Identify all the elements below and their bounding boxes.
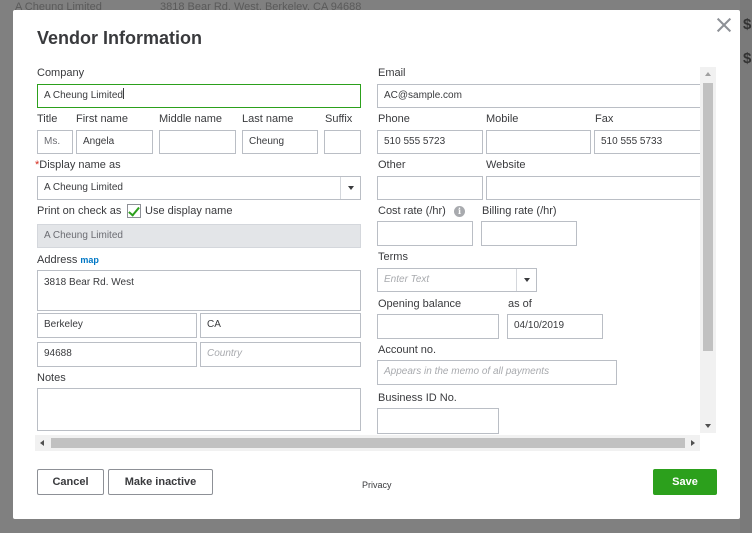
company-label: Company	[37, 67, 85, 79]
email-input[interactable]: AC@sample.com	[377, 84, 701, 108]
close-icon[interactable]	[715, 16, 733, 34]
vendor-information-dialog: Vendor Information Company A Cheung Limi…	[13, 10, 740, 519]
use-display-name-checkbox[interactable]	[127, 204, 141, 218]
first-name-input[interactable]: Angela	[76, 130, 153, 154]
fax-label: Fax	[595, 113, 614, 125]
backdrop-amount-a: $	[743, 16, 752, 33]
as-of-date-input[interactable]: 04/10/2019	[507, 314, 603, 339]
backdrop-amount-b: $	[743, 50, 752, 67]
city-input[interactable]: Berkeley	[37, 313, 197, 338]
vertical-scrollbar[interactable]	[700, 67, 716, 433]
company-input[interactable]: A Cheung Limited	[37, 84, 361, 108]
website-label: Website	[486, 159, 526, 171]
scroll-left-arrow-icon[interactable]	[40, 440, 44, 446]
chevron-down-icon[interactable]	[340, 177, 360, 199]
mobile-label: Mobile	[486, 113, 519, 125]
account-no-label: Account no.	[378, 344, 437, 356]
notes-textarea[interactable]	[37, 388, 361, 431]
notes-label: Notes	[37, 372, 66, 384]
vertical-scroll-thumb[interactable]	[703, 83, 713, 351]
terms-select[interactable]: Enter Text	[377, 268, 537, 292]
mobile-input[interactable]	[486, 130, 591, 154]
scroll-up-arrow-icon[interactable]	[705, 72, 711, 76]
website-input[interactable]	[486, 176, 701, 200]
opening-balance-label: Opening balance	[378, 298, 462, 310]
map-link[interactable]: map	[80, 255, 99, 265]
display-name-label: *Display name as	[35, 159, 121, 171]
print-on-check-input: A Cheung Limited	[37, 224, 361, 248]
email-label: Email	[378, 67, 406, 79]
form-scroll-panel: Company A Cheung Limited Title First nam…	[35, 66, 717, 434]
print-on-check-label: Print on check as	[37, 205, 122, 217]
save-button[interactable]: Save	[653, 469, 717, 495]
fax-input[interactable]: 510 555 5733	[594, 130, 701, 154]
dialog-title: Vendor Information	[37, 28, 203, 48]
display-name-label-text: Display name as	[39, 159, 121, 171]
suffix-label: Suffix	[325, 113, 353, 125]
business-id-label: Business ID No.	[378, 392, 457, 404]
scroll-down-arrow-icon[interactable]	[705, 424, 711, 428]
phone-input[interactable]: 510 555 5723	[377, 130, 483, 154]
cost-rate-input[interactable]	[377, 221, 473, 246]
account-no-placeholder: Appears in the memo of all payments	[384, 366, 550, 377]
billing-rate-input[interactable]	[481, 221, 577, 246]
phone-label: Phone	[378, 113, 410, 125]
country-input[interactable]: Country	[200, 342, 361, 367]
make-inactive-button[interactable]: Make inactive	[108, 469, 213, 495]
terms-label: Terms	[378, 251, 408, 263]
terms-placeholder: Enter Text	[384, 274, 430, 285]
opening-balance-input[interactable]	[377, 314, 499, 339]
use-display-name-label: Use display name	[145, 205, 233, 217]
chevron-down-icon[interactable]	[516, 269, 536, 291]
backdrop-right-edge: $ $	[740, 0, 752, 533]
last-name-input[interactable]: Cheung	[242, 130, 318, 154]
account-no-input[interactable]: Appears in the memo of all payments	[377, 360, 617, 385]
title-input[interactable]: Ms.	[37, 130, 73, 154]
display-name-value: A Cheung Limited	[44, 182, 123, 193]
scroll-right-arrow-icon[interactable]	[691, 440, 695, 446]
horizontal-scroll-thumb[interactable]	[51, 438, 685, 448]
title-label: Title	[37, 113, 58, 125]
other-label: Other	[378, 159, 406, 171]
privacy-link[interactable]: Privacy	[362, 480, 392, 490]
company-value: A Cheung Limited	[44, 90, 123, 101]
other-input[interactable]	[377, 176, 483, 200]
zip-input[interactable]: 94688	[37, 342, 197, 367]
street-address-input[interactable]: 3818 Bear Rd. West	[37, 270, 361, 311]
middle-name-label: Middle name	[159, 113, 222, 125]
last-name-label: Last name	[242, 113, 294, 125]
state-input[interactable]: CA	[200, 313, 361, 338]
middle-name-input[interactable]	[159, 130, 236, 154]
cancel-button[interactable]: Cancel	[37, 469, 104, 495]
as-of-label: as of	[508, 298, 532, 310]
cost-rate-label: Cost rate (/hr)	[378, 205, 446, 217]
address-label-text: Address	[37, 254, 78, 266]
horizontal-scrollbar[interactable]	[35, 435, 700, 451]
address-label: Address map	[37, 254, 99, 266]
display-name-select[interactable]: A Cheung Limited	[37, 176, 361, 200]
country-placeholder: Country	[207, 348, 243, 359]
business-id-input[interactable]	[377, 408, 499, 434]
billing-rate-label: Billing rate (/hr)	[482, 205, 557, 217]
text-caret	[122, 88, 124, 99]
first-name-label: First name	[76, 113, 128, 125]
info-icon[interactable]: i	[454, 206, 465, 217]
suffix-input[interactable]	[324, 130, 361, 154]
